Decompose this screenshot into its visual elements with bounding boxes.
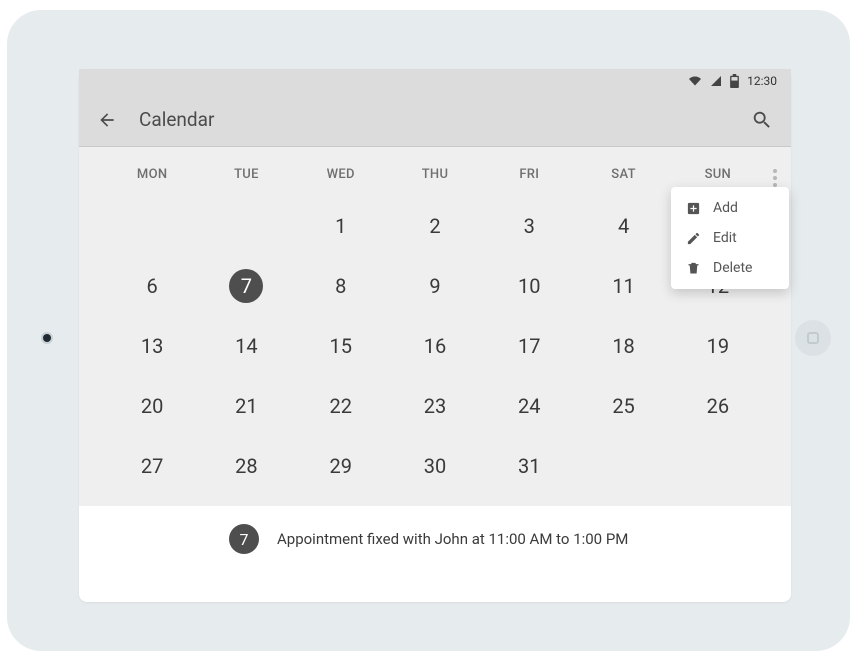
calendar-day[interactable]: 17 <box>482 316 576 376</box>
calendar-day[interactable]: 6 <box>105 256 199 316</box>
calendar-day[interactable]: 15 <box>294 316 388 376</box>
calendar-day[interactable]: 10 <box>482 256 576 316</box>
calendar-day[interactable]: 18 <box>576 316 670 376</box>
day-header: TUE <box>199 167 293 182</box>
calendar-day[interactable]: 13 <box>105 316 199 376</box>
calendar-day[interactable]: 19 <box>671 316 765 376</box>
day-header: MON <box>105 167 199 182</box>
calendar-day[interactable]: 14 <box>199 316 293 376</box>
menu-item-label: Delete <box>713 260 752 276</box>
calendar-day[interactable]: 31 <box>482 436 576 496</box>
event-day-badge: 7 <box>229 524 259 554</box>
calendar-day-number: 1 <box>324 209 358 243</box>
calendar-empty-cell <box>671 436 765 496</box>
context-menu: Add Edit Delete <box>671 187 789 289</box>
calendar-day-number: 13 <box>135 329 169 363</box>
calendar-day-number: 27 <box>135 449 169 483</box>
calendar-area: Add Edit Delete MON TUE WE <box>79 147 791 506</box>
calendar-day[interactable]: 2 <box>388 196 482 256</box>
calendar-day-number: 29 <box>324 449 358 483</box>
menu-item-add[interactable]: Add <box>671 193 789 223</box>
menu-item-edit[interactable]: Edit <box>671 223 789 253</box>
day-header: FRI <box>482 167 576 182</box>
calendar-empty-cell <box>199 196 293 256</box>
calendar-day-number: 3 <box>512 209 546 243</box>
calendar-day-number: 14 <box>229 329 263 363</box>
battery-icon <box>730 74 739 88</box>
calendar-day[interactable]: 29 <box>294 436 388 496</box>
calendar-day[interactable]: 9 <box>388 256 482 316</box>
calendar-day[interactable]: 27 <box>105 436 199 496</box>
calendar-day[interactable]: 3 <box>482 196 576 256</box>
back-arrow-icon[interactable] <box>97 110 117 130</box>
calendar-day-number: 20 <box>135 389 169 423</box>
add-box-icon <box>685 200 701 216</box>
calendar-day[interactable]: 7 <box>199 256 293 316</box>
calendar-day-number: 25 <box>607 389 641 423</box>
calendar-day-number: 16 <box>418 329 452 363</box>
day-header: SUN <box>671 167 765 182</box>
event-bar: 7 Appointment fixed with John at 11:00 A… <box>79 506 791 572</box>
calendar-day-number: 9 <box>418 269 452 303</box>
calendar-day-number: 23 <box>418 389 452 423</box>
calendar-day-number: 17 <box>512 329 546 363</box>
status-time: 12:30 <box>747 74 777 88</box>
tablet-frame: 12:30 Calendar Add <box>7 10 850 651</box>
calendar-day-number: 26 <box>701 389 735 423</box>
calendar-day-number: 24 <box>512 389 546 423</box>
calendar-day[interactable]: 30 <box>388 436 482 496</box>
search-icon[interactable] <box>751 109 773 131</box>
calendar-day-number: 18 <box>607 329 641 363</box>
calendar-day-number: 8 <box>324 269 358 303</box>
page-title: Calendar <box>139 108 751 131</box>
event-text: Appointment fixed with John at 11:00 AM … <box>277 530 628 548</box>
status-bar: 12:30 <box>79 69 791 93</box>
calendar-day-number: 28 <box>229 449 263 483</box>
calendar-day-number: 7 <box>229 269 263 303</box>
calendar-day-number: 31 <box>512 449 546 483</box>
trash-icon <box>685 260 701 276</box>
calendar-day-number: 10 <box>512 269 546 303</box>
day-header: SAT <box>576 167 670 182</box>
calendar-day-number: 2 <box>418 209 452 243</box>
calendar-empty-cell <box>105 196 199 256</box>
calendar-empty-cell <box>576 436 670 496</box>
menu-item-label: Edit <box>713 230 737 246</box>
calendar-day[interactable]: 1 <box>294 196 388 256</box>
calendar-day-number: 21 <box>229 389 263 423</box>
day-header: THU <box>388 167 482 182</box>
calendar-day[interactable]: 4 <box>576 196 670 256</box>
calendar-day[interactable]: 22 <box>294 376 388 436</box>
calendar-day[interactable]: 8 <box>294 256 388 316</box>
wifi-icon <box>688 75 702 87</box>
calendar-day[interactable]: 20 <box>105 376 199 436</box>
menu-item-label: Add <box>713 200 738 216</box>
tablet-camera <box>43 334 51 342</box>
calendar-day-number: 30 <box>418 449 452 483</box>
calendar-day[interactable]: 28 <box>199 436 293 496</box>
calendar-day[interactable]: 23 <box>388 376 482 436</box>
menu-item-delete[interactable]: Delete <box>671 253 789 283</box>
calendar-day[interactable]: 16 <box>388 316 482 376</box>
calendar-day-number: 19 <box>701 329 735 363</box>
calendar-day-number: 15 <box>324 329 358 363</box>
calendar-day[interactable]: 26 <box>671 376 765 436</box>
day-header: WED <box>294 167 388 182</box>
calendar-day[interactable]: 24 <box>482 376 576 436</box>
tablet-home-button[interactable] <box>795 320 831 356</box>
pencil-icon <box>685 230 701 246</box>
calendar-day-number: 6 <box>135 269 169 303</box>
calendar-day[interactable]: 11 <box>576 256 670 316</box>
calendar-day-number: 22 <box>324 389 358 423</box>
app-bar: Calendar <box>79 93 791 147</box>
app-screen: 12:30 Calendar Add <box>79 69 791 602</box>
calendar-day-number: 4 <box>607 209 641 243</box>
calendar-day[interactable]: 21 <box>199 376 293 436</box>
calendar-day[interactable]: 25 <box>576 376 670 436</box>
calendar-day-number: 11 <box>607 269 641 303</box>
cellular-signal-icon <box>710 75 722 87</box>
